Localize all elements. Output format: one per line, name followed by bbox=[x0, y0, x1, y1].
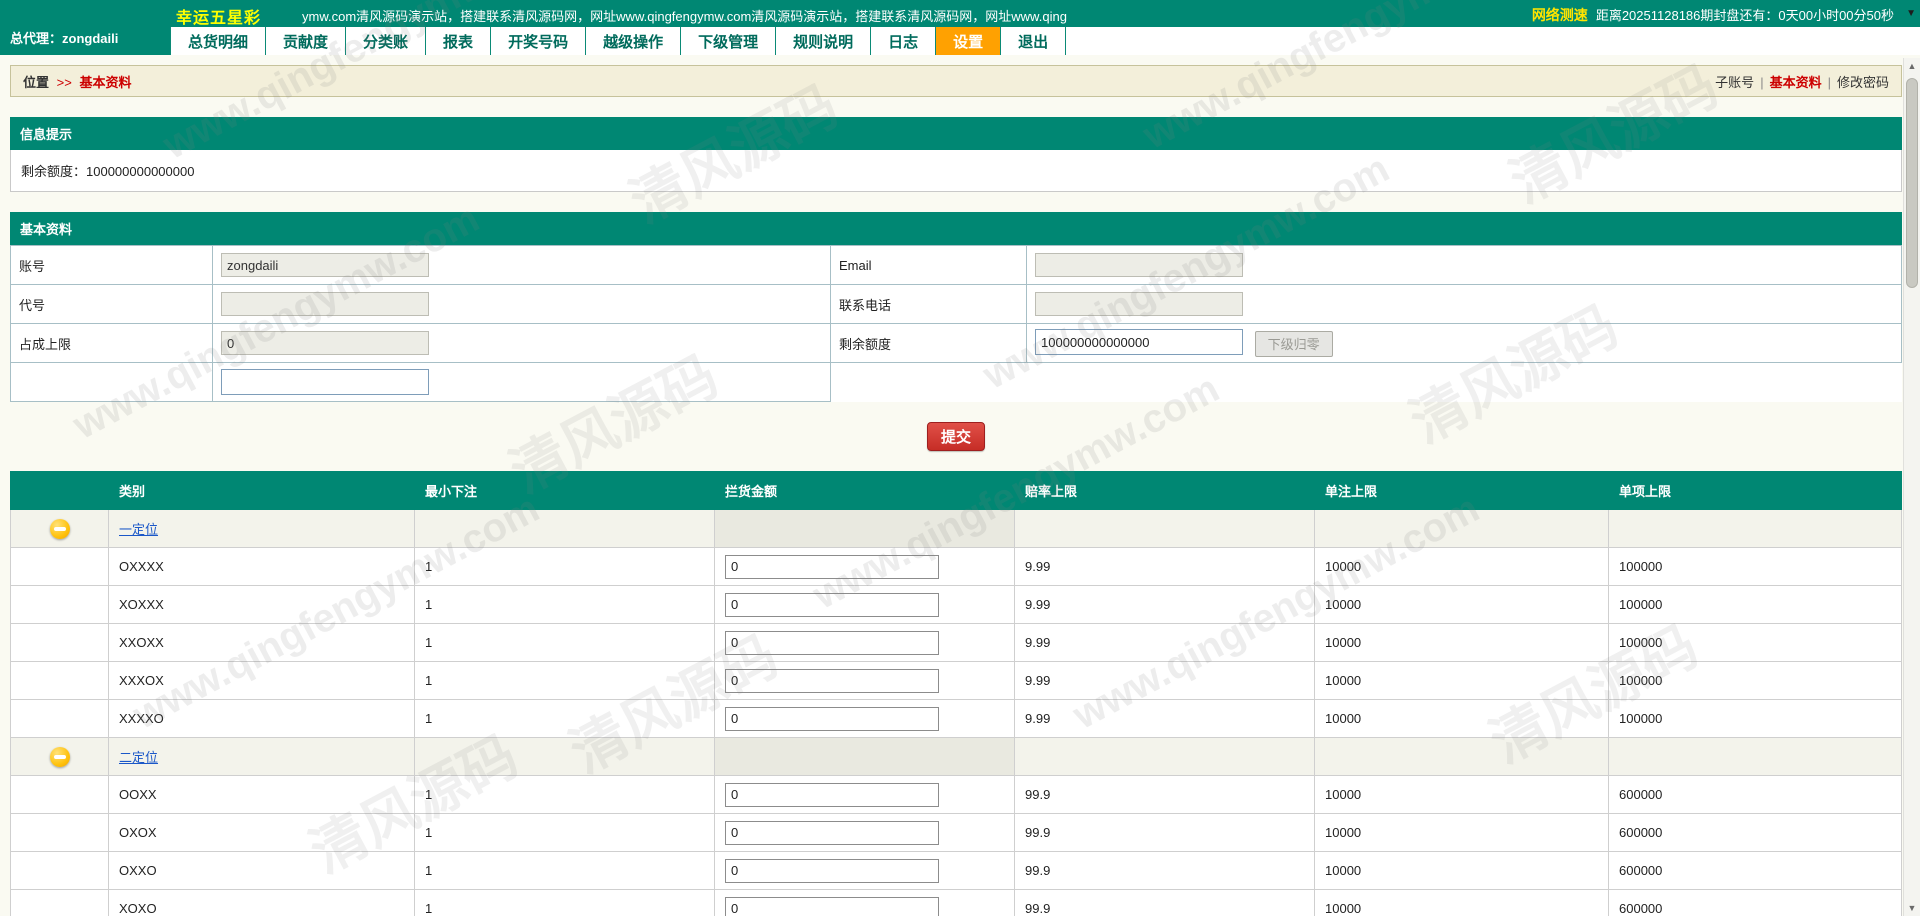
limit-row-XXXOX: XXXOX19.9910000100000 bbox=[11, 662, 1902, 700]
breadcrumb-path: 位置 >> 基本资料 bbox=[23, 72, 131, 91]
nav-tab-3[interactable]: 报表 bbox=[426, 27, 491, 55]
breadcrumb-location: 位置 bbox=[23, 75, 49, 90]
limit-row-OOXX: OOXX199.910000600000 bbox=[11, 776, 1902, 814]
icon-column-header bbox=[11, 472, 109, 510]
scroll-up-arrow[interactable]: ▲ bbox=[1904, 61, 1920, 71]
group-link[interactable]: 二定位 bbox=[119, 750, 158, 765]
nav-tab-8[interactable]: 日志 bbox=[871, 27, 936, 55]
nav-tab-0[interactable]: 总货明细 bbox=[170, 27, 266, 55]
link-separator: | bbox=[1828, 75, 1831, 90]
phone-label: 联系电话 bbox=[831, 285, 1027, 324]
form-row-account: 账号 Email bbox=[11, 246, 1902, 285]
phone-input bbox=[1035, 292, 1243, 316]
submit-button[interactable]: 提交 bbox=[927, 422, 985, 451]
block-amount-input-XXXXO[interactable] bbox=[725, 707, 939, 731]
collapse-minus-icon[interactable] bbox=[50, 519, 70, 539]
limit-row-OXXO: OXXO199.910000600000 bbox=[11, 852, 1902, 890]
submit-area: 提交 bbox=[10, 422, 1902, 451]
limits-table-body: 一定位 OXXXX19.9910000100000XOXXX19.99100001… bbox=[11, 510, 1902, 916]
reset-subordinates-button[interactable]: 下级归零 bbox=[1255, 331, 1333, 357]
nav-tab-4[interactable]: 开奖号码 bbox=[491, 27, 586, 55]
form-row-quota: 占成上限 剩余额度 下级归零 bbox=[11, 324, 1902, 363]
breadcrumb-links: 子账号 | 基本资料 | 修改密码 bbox=[1715, 72, 1889, 91]
header-info: 网络测速距离20251128186期封盘还有：0天00小时00分50秒 bbox=[1532, 5, 1894, 25]
agent-label: 总代理：zongdaili bbox=[0, 0, 170, 55]
profile-form: 账号 Email 代号 联系电话 占成上限 剩余额度 下级归零 bbox=[10, 245, 1902, 402]
caret-down-icon: ▼ bbox=[1906, 8, 1916, 19]
limits-header-row: 类别最小下注拦货金额赔率上限单注上限单项上限 bbox=[11, 472, 1902, 510]
nav-tab-5[interactable]: 越级操作 bbox=[586, 27, 681, 55]
limit-row-XOXO: XOXO199.910000600000 bbox=[11, 890, 1902, 916]
speed-test-link[interactable]: 网络测速 bbox=[1532, 7, 1588, 23]
top-bar: 幸运五星彩 ymw.com清风源码演示站，搭建联系清风源码网，网址www.qin… bbox=[0, 0, 1920, 27]
header: 幸运五星彩 ymw.com清风源码演示站，搭建联系清风源码网，网址www.qin… bbox=[0, 0, 1920, 55]
column-header-2: 拦货金额 bbox=[715, 472, 1015, 510]
account-input bbox=[221, 253, 429, 277]
info-panel-title: 信息提示 bbox=[10, 117, 1902, 150]
column-header-1: 最小下注 bbox=[415, 472, 715, 510]
column-header-3: 赔率上限 bbox=[1015, 472, 1315, 510]
limit-row-XOXXX: XOXXX19.9910000100000 bbox=[11, 586, 1902, 624]
main-content: 信息提示 剩余额度：100000000000000 基本资料 账号 Email … bbox=[0, 117, 1920, 916]
column-header-4: 单注上限 bbox=[1315, 472, 1609, 510]
limits-table: 类别最小下注拦货金额赔率上限单注上限单项上限 一定位 OXXXX19.991000… bbox=[10, 471, 1902, 916]
breadcrumb-separator: >> bbox=[57, 75, 72, 90]
limit-row-OXOX: OXOX199.910000600000 bbox=[11, 814, 1902, 852]
extra-label bbox=[11, 363, 213, 402]
code-input bbox=[221, 292, 429, 316]
nav-tab-1[interactable]: 贡献度 bbox=[266, 27, 346, 55]
limit-row-XXXXO: XXXXO19.9910000100000 bbox=[11, 700, 1902, 738]
marquee-text: ymw.com清风源码演示站，搭建联系清风源码网，网址www.qingfengy… bbox=[302, 6, 1182, 25]
breadcrumb-current: 基本资料 bbox=[79, 75, 131, 90]
block-amount-input-OXXXX[interactable] bbox=[725, 555, 939, 579]
form-row-code: 代号 联系电话 bbox=[11, 285, 1902, 324]
collapse-minus-icon[interactable] bbox=[50, 747, 70, 767]
breadcrumb: 位置 >> 基本资料 子账号 | 基本资料 | 修改密码 bbox=[10, 65, 1902, 97]
block-amount-input-XOXO[interactable] bbox=[725, 897, 939, 916]
block-amount-input-OXXO[interactable] bbox=[725, 859, 939, 883]
code-label: 代号 bbox=[11, 285, 213, 324]
site-title: 幸运五星彩 bbox=[176, 4, 261, 28]
breadcrumb-link-1[interactable]: 基本资料 bbox=[1770, 75, 1822, 90]
column-header-0: 类别 bbox=[109, 472, 415, 510]
nav-tab-6[interactable]: 下级管理 bbox=[681, 27, 776, 55]
email-label: Email bbox=[831, 246, 1027, 285]
remaining-quota-text: 剩余额度：100000000000000 bbox=[10, 150, 1902, 192]
breadcrumb-link-2[interactable]: 修改密码 bbox=[1837, 75, 1889, 90]
email-input bbox=[1035, 253, 1243, 277]
scrollbar[interactable]: ▲ ▼ bbox=[1903, 58, 1920, 916]
column-header-5: 单项上限 bbox=[1609, 472, 1902, 510]
block-amount-input-XXXOX[interactable] bbox=[725, 669, 939, 693]
nav-tabs: 总货明细贡献度分类账报表开奖号码越级操作下级管理规则说明日志设置退出 bbox=[170, 27, 1066, 55]
info-panel: 信息提示 剩余额度：100000000000000 bbox=[10, 117, 1902, 192]
profile-panel-title: 基本资料 bbox=[10, 212, 1902, 245]
nav-tab-10[interactable]: 退出 bbox=[1001, 27, 1066, 55]
nav-tab-2[interactable]: 分类账 bbox=[346, 27, 426, 55]
group-link[interactable]: 一定位 bbox=[119, 522, 158, 537]
limit-row-XXOXX: XXOXX19.9910000100000 bbox=[11, 624, 1902, 662]
ratio-label: 占成上限 bbox=[11, 324, 213, 363]
nav-tab-9[interactable]: 设置 bbox=[936, 27, 1001, 55]
nav-tab-7[interactable]: 规则说明 bbox=[776, 27, 871, 55]
block-amount-input-OXOX[interactable] bbox=[725, 821, 939, 845]
link-separator: | bbox=[1760, 75, 1763, 90]
quota-label: 剩余额度 bbox=[831, 324, 1027, 363]
ratio-input bbox=[221, 331, 429, 355]
block-amount-input-XXOXX[interactable] bbox=[725, 631, 939, 655]
breadcrumb-link-0[interactable]: 子账号 bbox=[1715, 75, 1754, 90]
block-amount-input-OOXX[interactable] bbox=[725, 783, 939, 807]
countdown-text: 距离20251128186期封盘还有：0天00小时00分50秒 bbox=[1596, 8, 1894, 23]
quota-input[interactable] bbox=[1035, 329, 1243, 355]
scroll-thumb[interactable] bbox=[1906, 78, 1918, 288]
block-amount-input-XOXXX[interactable] bbox=[725, 593, 939, 617]
limit-row-OXXXX: OXXXX19.9910000100000 bbox=[11, 548, 1902, 586]
account-label: 账号 bbox=[11, 246, 213, 285]
profile-panel: 基本资料 账号 Email 代号 联系电话 占成上限 剩余额度 bbox=[10, 212, 1902, 402]
extra-input[interactable] bbox=[221, 369, 429, 395]
scroll-down-arrow[interactable]: ▼ bbox=[1904, 903, 1920, 913]
group-row-0: 一定位 bbox=[11, 510, 1902, 548]
form-row-extra bbox=[11, 363, 1902, 402]
group-row-6: 二定位 bbox=[11, 738, 1902, 776]
